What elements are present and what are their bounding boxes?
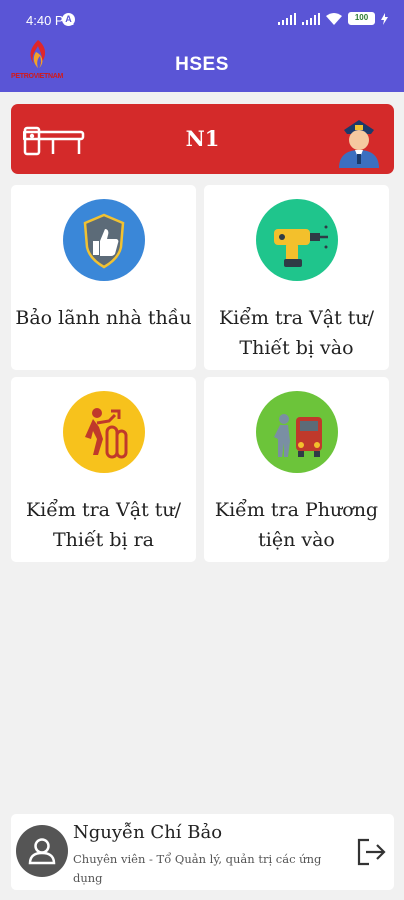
security-guard-icon	[339, 120, 379, 168]
status-bar: 4:40 PM A 100	[0, 0, 404, 40]
menu-card-label-line1: Kiểm tra Phương	[214, 499, 379, 521]
menu-card-materials-in[interactable]: Kiểm tra Vật tư/ Thiết bị vào	[204, 185, 389, 370]
menu-card-label: Kiểm tra Phương tiện vào	[208, 495, 385, 555]
wifi-icon	[326, 12, 342, 25]
menu-card-label-line2: Thiết bị ra	[52, 529, 155, 551]
station-bar[interactable]: N1	[11, 104, 394, 174]
menu-card-label-line1: Kiểm tra Vật tư/	[218, 307, 375, 329]
signal-icon-2	[302, 12, 320, 25]
person-car-icon	[256, 391, 338, 473]
menu-card-contractor-guarantee[interactable]: Bảo lãnh nhà thầu	[11, 185, 196, 370]
thumbs-up-shield-icon	[63, 199, 145, 281]
app-header: 4:40 PM A 100 PETROVIETNAM HSES	[0, 0, 404, 92]
sync-icon: A	[62, 13, 75, 26]
menu-card-label: Kiểm tra Vật tư/ Thiết bị vào	[208, 303, 385, 363]
charging-icon	[381, 12, 388, 25]
logout-icon[interactable]	[357, 838, 387, 866]
menu-card-label-line2: tiện vào	[258, 529, 335, 551]
menu-card-label-line1: Kiểm tra Vật tư/	[25, 499, 182, 521]
worker-tires-icon	[63, 391, 145, 473]
user-name: Nguyễn Chí Bảo	[73, 822, 223, 843]
avatar	[16, 825, 68, 877]
menu-card-label-line2: Thiết bị vào	[239, 337, 354, 359]
user-profile-bar: Nguyễn Chí Bảo Chuyên viên - Tổ Quản lý,…	[11, 814, 394, 890]
status-icons: 100	[278, 12, 388, 25]
user-role: Chuyên viên - Tổ Quản lý, quản trị các ứ…	[73, 852, 322, 885]
menu-card-materials-out[interactable]: Kiểm tra Vật tư/ Thiết bị ra	[11, 377, 196, 562]
menu-card-vehicle-in[interactable]: Kiểm tra Phương tiện vào	[204, 377, 389, 562]
battery-icon: 100	[348, 12, 375, 25]
page-title: HSES	[175, 54, 229, 75]
user-icon	[28, 838, 56, 865]
drill-icon	[256, 199, 338, 281]
menu-card-label: Bảo lãnh nhà thầu	[15, 307, 192, 329]
menu-card-label: Kiểm tra Vật tư/ Thiết bị ra	[15, 495, 192, 555]
signal-icon	[278, 12, 296, 25]
